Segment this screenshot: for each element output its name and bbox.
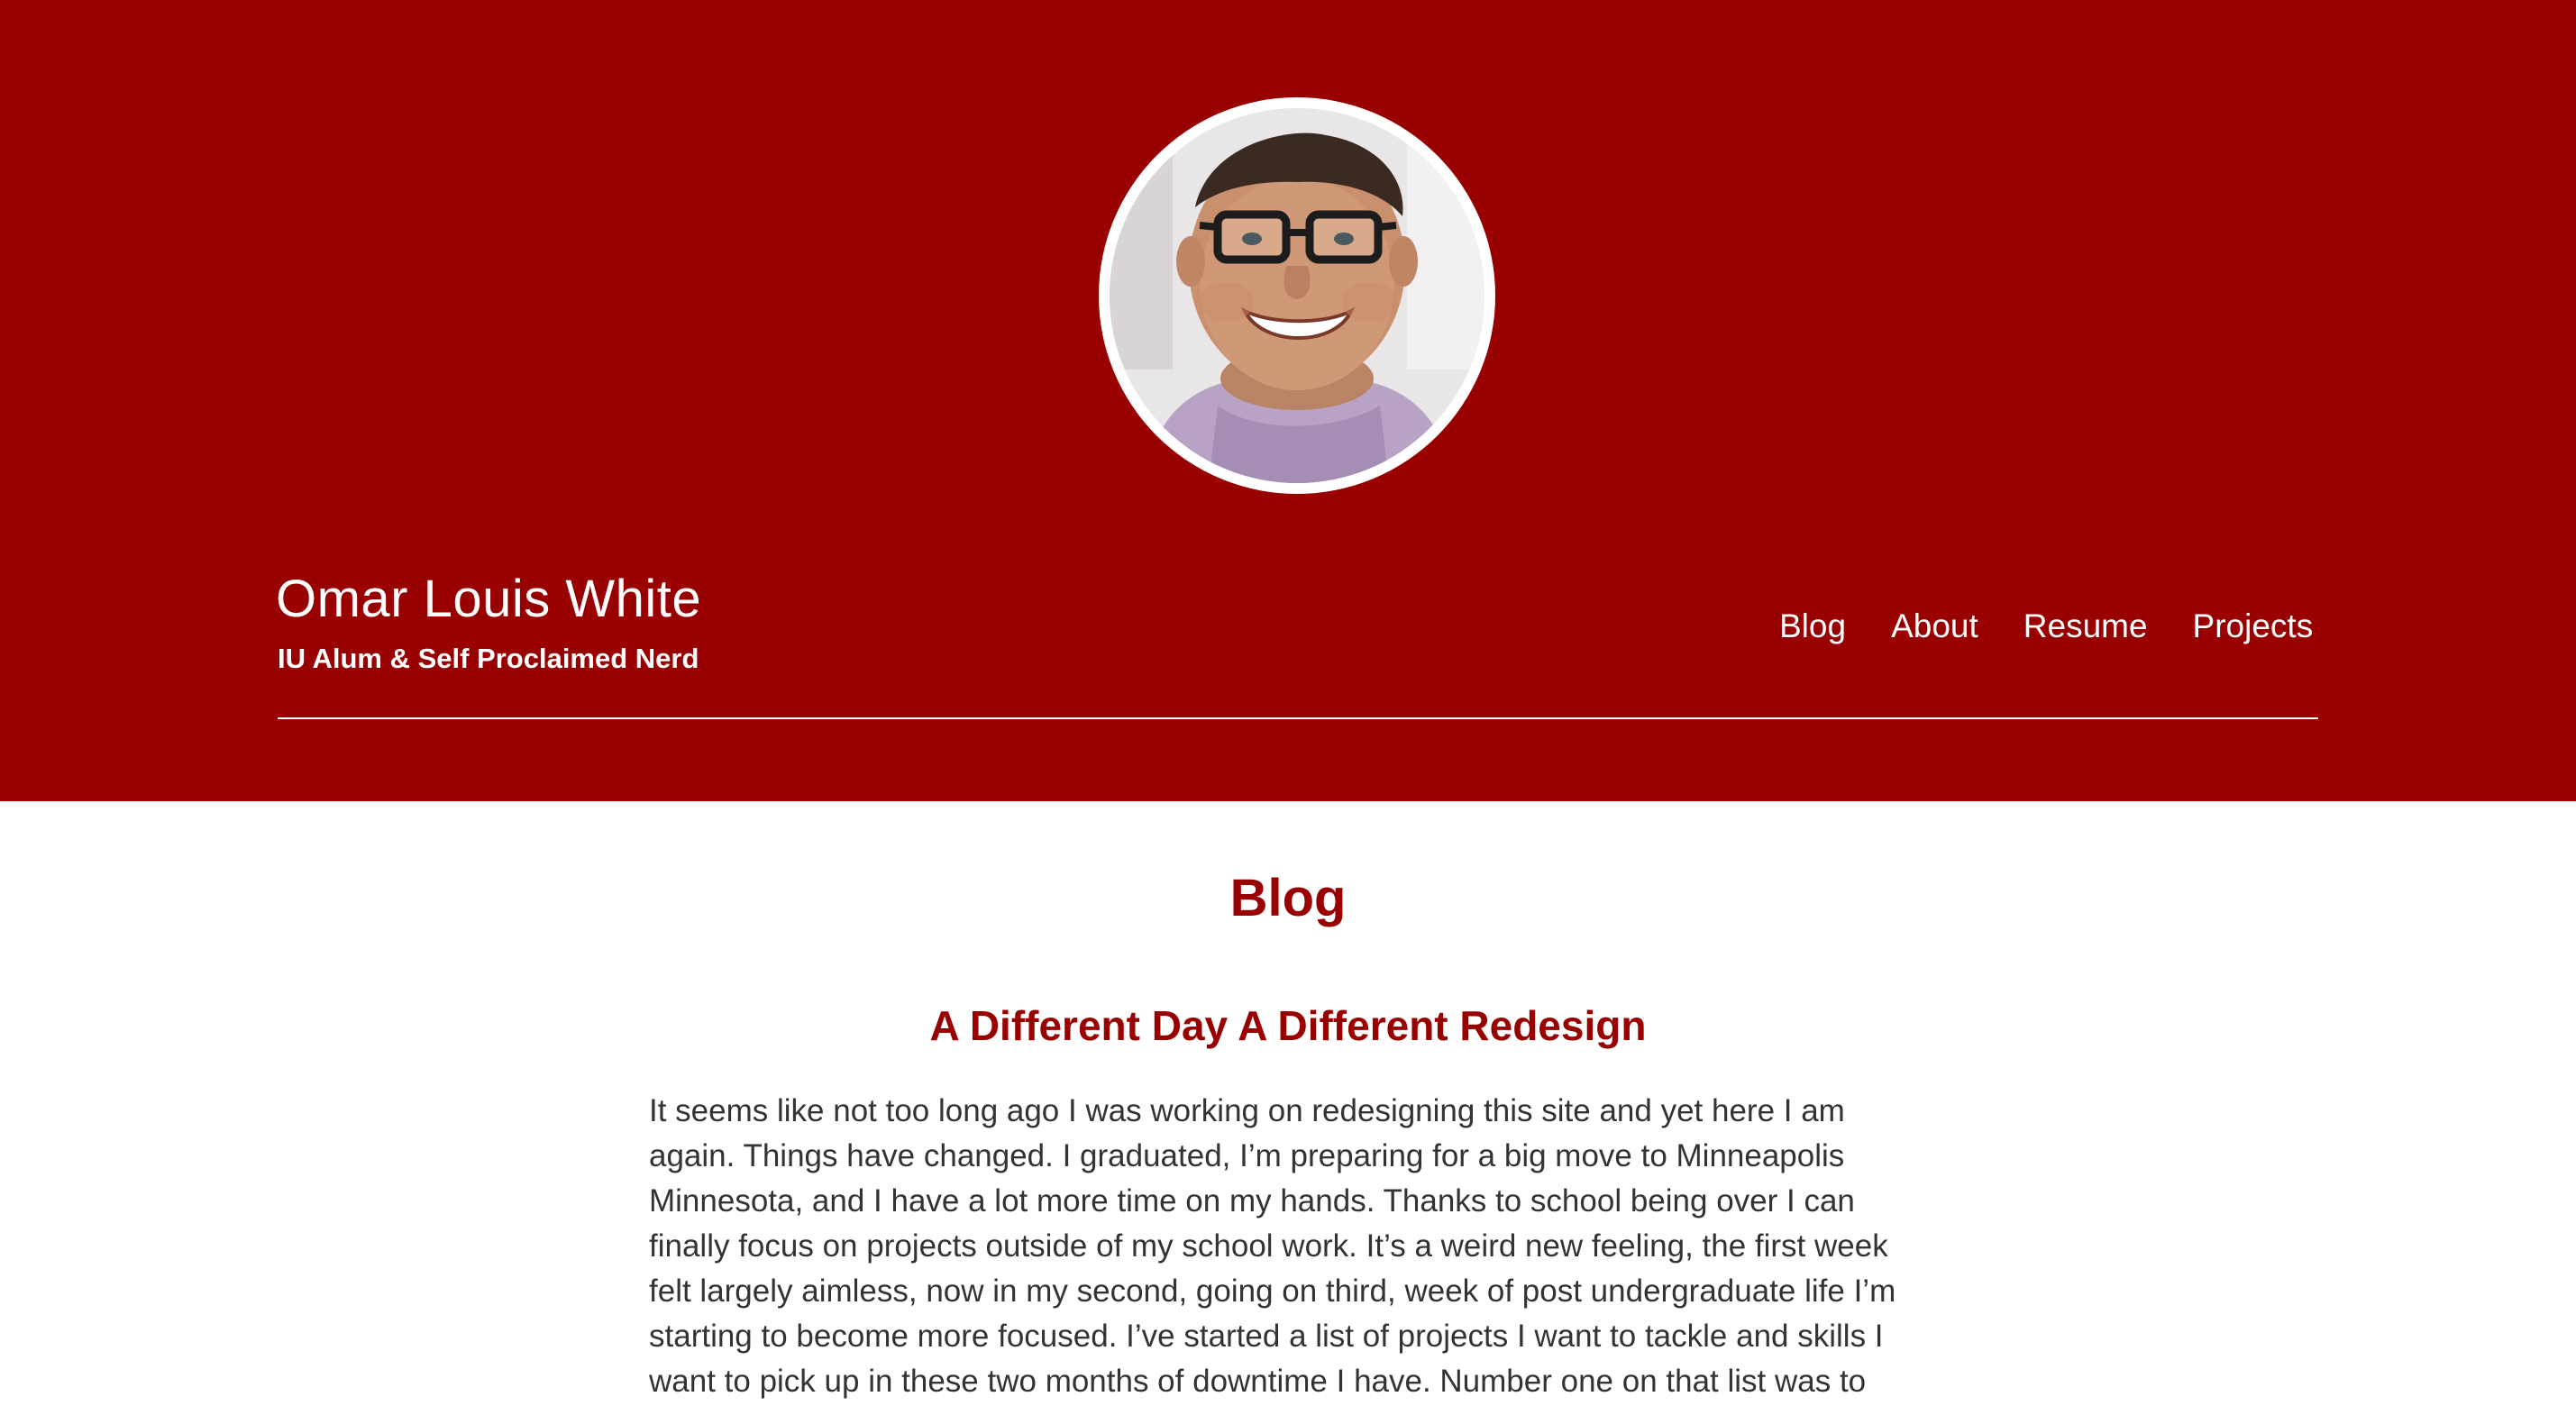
post-text-line: want to pick up in these two months of d… <box>649 1364 1867 1399</box>
post-text-line: felt largely aimless, now in my second, … <box>649 1274 1896 1309</box>
post-title[interactable]: A Different Day A Different Redesign <box>0 1005 2576 1046</box>
post-body: It seems like not too long ago I was wor… <box>649 1089 1947 1404</box>
site-title[interactable]: Omar Louis White <box>276 573 701 625</box>
nav-link-resume[interactable]: Resume <box>2023 609 2148 643</box>
post-text-line: starting to become more focused. I’ve st… <box>649 1319 1884 1354</box>
page-title: Blog <box>1229 869 1347 927</box>
avatar-portrait-icon <box>1110 108 1484 483</box>
post-text-line: It seems like not too long ago I was wor… <box>649 1093 1845 1128</box>
header-divider <box>278 717 2318 719</box>
avatar[interactable] <box>1110 108 1484 483</box>
post-text-line: Minnesota, and I have a lot more time on… <box>649 1183 1855 1219</box>
post-text-line: finally focus on projects outside of my … <box>649 1228 1888 1264</box>
nav-link-about[interactable]: About <box>1891 609 1978 643</box>
avatar-frame <box>1099 97 1495 494</box>
site-header: Omar Louis White IU Alum & Self Proclaim… <box>0 0 2576 801</box>
nav-link-projects[interactable]: Projects <box>2193 609 2314 643</box>
nav-link-blog[interactable]: Blog <box>1779 609 1846 643</box>
site-tagline: IU Alum & Self Proclaimed Nerd <box>278 643 699 674</box>
main-nav: Blog About Resume Projects <box>1779 609 2313 643</box>
post-text-line: again. Things have changed. I graduated,… <box>649 1138 1845 1173</box>
